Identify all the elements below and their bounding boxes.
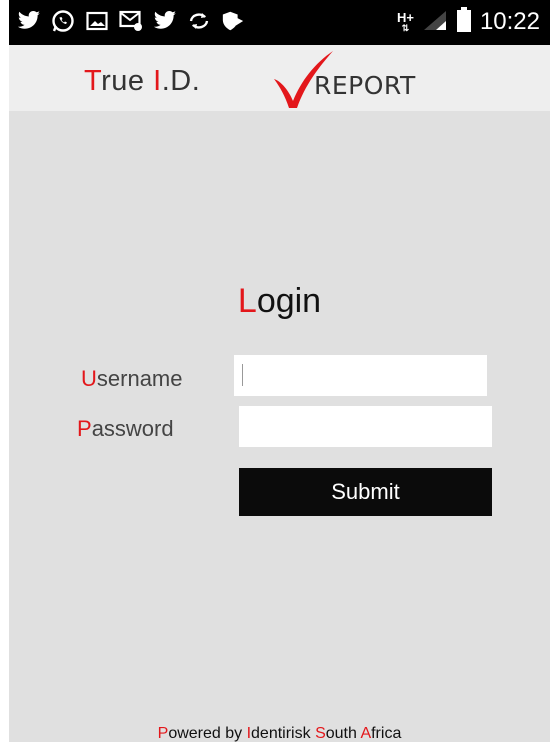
report-logo-text: REPORT (314, 71, 416, 100)
twitter-icon (17, 8, 41, 34)
twitter-icon (153, 8, 177, 34)
app-screen: H+ ⇅ 10:22 True I.D. REPORT Login Userna… (9, 0, 550, 742)
text-caret (242, 364, 243, 386)
clock: 10:22 (479, 8, 540, 35)
network-type-indicator: H+ ⇅ (396, 10, 414, 33)
battery-icon (456, 6, 472, 38)
message-icon (119, 8, 143, 34)
system-status: H+ ⇅ 10:22 (397, 5, 540, 39)
sync-icon (187, 8, 211, 34)
signal-icon (422, 9, 448, 36)
password-input[interactable] (239, 406, 492, 447)
app-header: True I.D. REPORT (9, 45, 550, 111)
submit-button[interactable]: Submit (239, 468, 492, 516)
notification-icons (17, 8, 245, 34)
login-title: Login (237, 282, 322, 320)
password-label: Password (77, 416, 174, 441)
brand-title: True I.D. (84, 65, 201, 97)
status-bar: H+ ⇅ 10:22 (9, 0, 550, 45)
whatsapp-icon (51, 8, 75, 34)
username-label: Username (81, 366, 183, 391)
username-input[interactable] (234, 355, 487, 396)
image-icon (85, 8, 109, 34)
footer-powered-by: Powered by Identirisk South Africa (157, 725, 402, 742)
shield-icon (221, 8, 245, 34)
